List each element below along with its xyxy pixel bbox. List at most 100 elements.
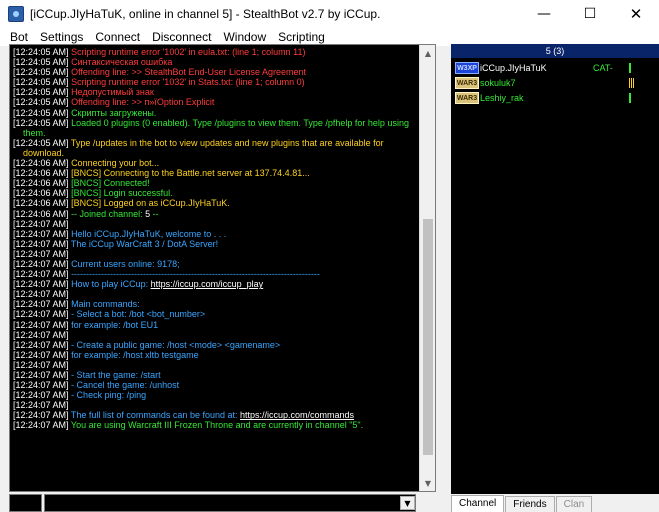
chat-lines: [12:24:05 AM] Scripting runtime error '1…: [13, 47, 415, 431]
chat-message: Current users online: 9178;: [71, 258, 180, 269]
chat-timestamp: [12:24:05 AM]: [13, 77, 69, 88]
chat-message: - Check ping: /ping: [71, 390, 147, 401]
menu-bot[interactable]: Bot: [4, 30, 34, 44]
chat-message: Type /updates in the bot to view updates…: [23, 137, 384, 158]
chat-message: - Create a public game: /host <mode> <ga…: [71, 339, 281, 350]
chat-timestamp: [12:24:07 AM]: [13, 349, 69, 360]
chat-message: [BNCS] Connected!: [71, 178, 150, 189]
chat-message: for example: /host xltb testgame: [71, 349, 199, 360]
chat-line: [12:24:07 AM] - Create a public game: /h…: [13, 340, 415, 350]
chat-timestamp: [12:24:07 AM]: [13, 319, 69, 330]
chat-log[interactable]: [12:24:05 AM] Scripting runtime error '1…: [9, 44, 436, 492]
channel-user[interactable]: W3XP iCCup.JIyHaTuK CAT-: [455, 61, 655, 75]
chat-timestamp: [12:24:07 AM]: [13, 228, 69, 239]
chat-line: [12:24:05 AM] Скрипты загружены.: [13, 108, 415, 118]
chat-line: [12:24:07 AM] The full list of commands …: [13, 410, 415, 420]
chat-timestamp: [12:24:05 AM]: [13, 87, 69, 98]
chat-message: [BNCS] Connecting to the Battle.net serv…: [71, 168, 310, 179]
channel-user-list[interactable]: W3XP iCCup.JIyHaTuK CAT- WAR3 sokuluk7 WAR3 Le…: [451, 58, 659, 494]
product-badge-icon: WAR3: [455, 77, 479, 89]
scroll-down-icon[interactable]: ▼: [420, 475, 435, 491]
chat-message: [BNCS] Login successful.: [71, 188, 173, 199]
minimize-button[interactable]: —: [521, 0, 567, 27]
chat-line: [12:24:05 AM] Синтаксическая ошибка: [13, 57, 415, 67]
chat-timestamp: [12:24:07 AM]: [13, 258, 69, 269]
chat-message: Scripting runtime error '1032' in Stats.…: [71, 77, 305, 88]
chat-line: [12:24:07 AM] --------------------------…: [13, 269, 415, 279]
chat-line: [12:24:05 AM] Недопустимый знак: [13, 87, 415, 97]
chat-timestamp: [12:24:07 AM]: [13, 359, 69, 370]
scroll-up-icon[interactable]: ▲: [420, 45, 435, 61]
chat-line: [12:24:07 AM] Hello iCCup.JIyHaTuK, welc…: [13, 229, 415, 239]
chat-message: Connecting your bot...: [71, 158, 160, 169]
chat-line: [12:24:06 AM] Connecting your bot...: [13, 158, 415, 168]
chat-line: [12:24:07 AM] You are using Warcraft III…: [13, 420, 415, 430]
chat-message: - Select a bot: /bot <bot_number>: [71, 309, 206, 320]
chat-link[interactable]: https://iccup.com/iccup_play: [151, 279, 264, 289]
chat-timestamp: [12:24:07 AM]: [13, 370, 69, 380]
chat-message: - Cancel the game: /unhost: [71, 380, 180, 391]
chat-line: [12:24:06 AM] [BNCS] Login successful.: [13, 188, 415, 198]
chat-line: [12:24:05 AM] Offending line: >> п»їOpti…: [13, 97, 415, 107]
chat-line: [12:24:07 AM]: [13, 289, 415, 299]
chat-line: [12:24:07 AM] Current users online: 9178…: [13, 259, 415, 269]
chat-message: - Start the game: /start: [71, 370, 161, 380]
chat-line: [12:24:07 AM] - Cancel the game: /unhost: [13, 380, 415, 390]
chat-message: Hello iCCup.JIyHaTuK, welcome to . . .: [71, 228, 227, 239]
chat-history-dropdown-icon[interactable]: ▼: [400, 496, 415, 510]
tab-channel[interactable]: Channel: [451, 495, 505, 512]
chat-message: ----------------------------------------…: [71, 269, 320, 280]
chat-line: [12:24:07 AM] - Start the game: /start: [13, 370, 415, 380]
chat-message: You are using Warcraft III Frozen Throne…: [70, 420, 364, 431]
chat-timestamp: [12:24:05 AM]: [13, 107, 69, 118]
chat-timestamp: [12:24:06 AM]: [13, 178, 69, 189]
scroll-thumb[interactable]: [423, 219, 433, 455]
tab-clan[interactable]: Clan: [555, 496, 593, 512]
chat-line: [12:24:07 AM]: [13, 249, 415, 259]
maximize-button[interactable]: ☐: [567, 0, 613, 27]
chat-scrollbar[interactable]: ▲ ▼: [419, 45, 435, 491]
channel-user[interactable]: WAR3 sokuluk7: [455, 76, 655, 90]
product-badge-icon: W3XP: [455, 62, 479, 74]
window-title: [iCCup.JIyHaTuK, online in channel 5] - …: [30, 6, 381, 21]
input-row: ▼: [9, 494, 436, 512]
menu-disconnect[interactable]: Disconnect: [146, 30, 217, 44]
chat-link[interactable]: https://iccup.com/commands: [240, 410, 354, 420]
chat-message-suffix: --: [150, 208, 159, 219]
menu-connect[interactable]: Connect: [89, 30, 146, 44]
chat-message: Скрипты загружены.: [71, 107, 157, 118]
whisper-target-box[interactable]: [9, 494, 42, 512]
lag-bars-icon: [629, 93, 631, 103]
chat-timestamp: [12:24:07 AM]: [13, 400, 69, 411]
chat-timestamp: [12:24:07 AM]: [13, 339, 69, 350]
chat-line: [12:24:05 AM] Scripting runtime error '1…: [13, 47, 415, 57]
chat-line: [12:24:07 AM] for example: /host xltb te…: [13, 350, 415, 360]
menu-scripting[interactable]: Scripting: [272, 30, 331, 44]
chat-timestamp: [12:24:07 AM]: [13, 410, 69, 421]
menu-window[interactable]: Window: [217, 30, 272, 44]
chat-timestamp: [12:24:07 AM]: [13, 329, 69, 340]
lag-bars-icon: [629, 63, 631, 73]
chat-message: Синтаксическая ошибка: [71, 57, 173, 68]
chat-line: [12:24:06 AM] -- Joined channel: 5 --: [13, 209, 415, 219]
user-name: Leshiy_rak: [480, 93, 524, 103]
chat-message: The full list of commands can be found a…: [70, 410, 240, 421]
chat-line: [12:24:05 AM] Scripting runtime error '1…: [13, 77, 415, 87]
chat-message: for example: /bot EU1: [71, 319, 159, 330]
channel-user[interactable]: WAR3 Leshiy_rak: [455, 91, 655, 105]
close-button[interactable]: ✕: [613, 0, 659, 27]
chat-line: [12:24:07 AM] Main commands:: [13, 299, 415, 309]
list-tabs: Channel Friends Clan: [451, 495, 659, 512]
channel-header: 5 (3): [451, 44, 659, 58]
chat-timestamp: [12:24:07 AM]: [13, 390, 69, 401]
chat-message: Offending line: >> StealthBot End-User L…: [71, 67, 307, 78]
tab-friends[interactable]: Friends: [505, 496, 555, 512]
title-bar: [iCCup.JIyHaTuK, online in channel 5] - …: [0, 0, 659, 27]
chat-timestamp: [12:24:05 AM]: [13, 57, 69, 68]
chat-timestamp: [12:24:07 AM]: [13, 269, 69, 280]
chat-input[interactable]: [44, 494, 416, 512]
chat-line: [12:24:07 AM]: [13, 360, 415, 370]
menu-settings[interactable]: Settings: [34, 30, 89, 44]
chat-timestamp: [12:24:07 AM]: [13, 289, 69, 300]
chat-timestamp: [12:24:07 AM]: [13, 299, 69, 310]
